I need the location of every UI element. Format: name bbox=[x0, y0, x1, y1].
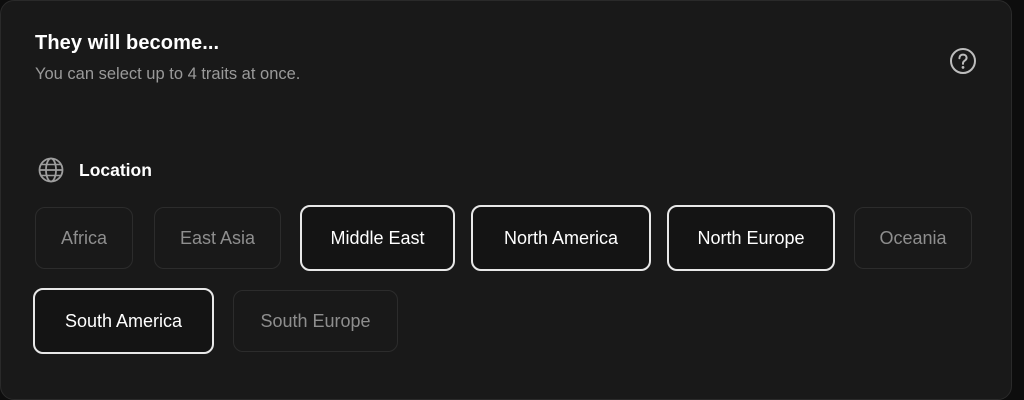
chip-south-america[interactable]: South America bbox=[33, 288, 214, 354]
chip-middle-east[interactable]: Middle East bbox=[300, 205, 455, 271]
trait-selector-card: They will become... You can select up to… bbox=[0, 0, 1012, 400]
globe-icon bbox=[38, 157, 64, 183]
card-title: They will become... bbox=[35, 32, 220, 54]
chip-east-asia[interactable]: East Asia bbox=[154, 207, 281, 269]
chip-oceania[interactable]: Oceania bbox=[854, 207, 972, 269]
card-subtitle: You can select up to 4 traits at once. bbox=[35, 65, 301, 83]
section-label: Location bbox=[79, 159, 152, 180]
chip-north-europe[interactable]: North Europe bbox=[667, 205, 835, 271]
chip-south-europe[interactable]: South Europe bbox=[233, 290, 398, 352]
chip-africa[interactable]: Africa bbox=[35, 207, 133, 269]
location-section-header: Location bbox=[37, 156, 152, 184]
question-circle-icon[interactable] bbox=[949, 47, 977, 75]
chip-north-america[interactable]: North America bbox=[471, 205, 651, 271]
